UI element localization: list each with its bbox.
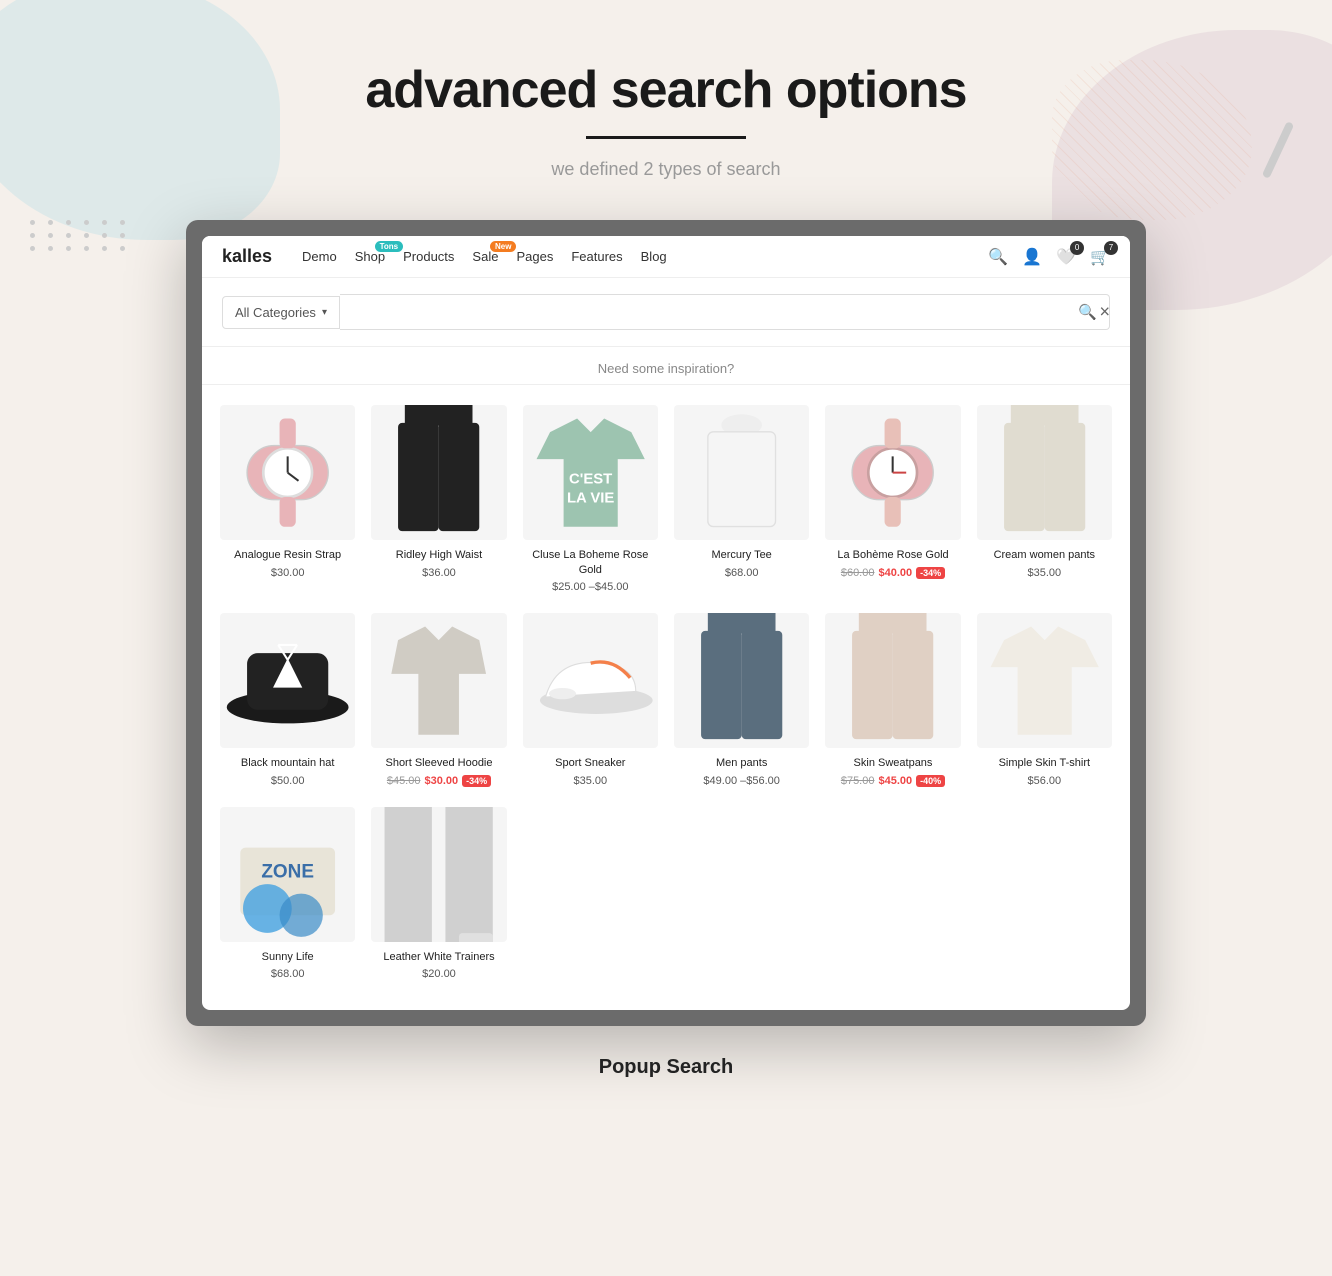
search-input[interactable] — [352, 304, 1078, 320]
product-image — [977, 613, 1112, 748]
svg-text:LA VIE: LA VIE — [567, 490, 614, 506]
browser-window: kalles Demo ShopTons Products SaleNew Pages F… — [186, 220, 1146, 1026]
product-name: Analogue Resin Strap — [220, 548, 355, 562]
product-card[interactable]: Skin Sweatpans $75.00$45.00-40% — [817, 603, 968, 797]
product-card[interactable]: Leather White Trainers $20.00 — [363, 797, 514, 991]
product-card[interactable]: C'EST LA VIE Cluse La Boheme Rose Gold $2… — [515, 395, 666, 603]
page-content: advanced search options we defined 2 typ… — [0, 0, 1332, 1119]
product-card[interactable]: Sport Sneaker $35.00 — [515, 603, 666, 797]
category-select[interactable]: All Categories ▾ — [222, 296, 340, 329]
product-card[interactable]: Cream women pants $35.00 — [969, 395, 1120, 603]
product-image: ZONE — [220, 807, 355, 942]
product-card[interactable]: ZONE Sunny Life $68.00 — [212, 797, 363, 991]
product-price: $68.00 — [220, 968, 355, 980]
products-grid: Analogue Resin Strap $30.00 Ridley High W… — [202, 385, 1130, 1010]
popup-label: Popup Search — [599, 1056, 733, 1079]
product-price: $20.00 — [371, 968, 506, 980]
product-price: $75.00$45.00-40% — [825, 775, 960, 787]
navbar: kalles Demo ShopTons Products SaleNew Pages F… — [202, 236, 1130, 278]
product-image — [371, 807, 506, 942]
product-price: $56.00 — [977, 775, 1112, 787]
search-icon[interactable]: 🔍 — [1078, 303, 1097, 321]
product-name: Leather White Trainers — [371, 950, 506, 964]
product-price: $30.00 — [220, 567, 355, 579]
product-name: Cluse La Boheme Rose Gold — [523, 548, 658, 577]
product-card[interactable]: Mercury Tee $68.00 — [666, 395, 817, 603]
product-card[interactable]: Short Sleeved Hoodie $45.00$30.00-34% — [363, 603, 514, 797]
product-price: $50.00 — [220, 775, 355, 787]
category-label: All Categories — [235, 305, 316, 320]
nav-link-products[interactable]: Products — [403, 249, 454, 264]
product-image — [825, 613, 960, 748]
nav-link-sale[interactable]: SaleNew — [472, 249, 498, 264]
svg-text:ZONE: ZONE — [261, 861, 314, 882]
search-input-wrap: 🔍 — [340, 294, 1110, 330]
product-image — [220, 613, 355, 748]
svg-text:C'EST: C'EST — [569, 471, 612, 487]
cart-icon[interactable]: 🛒7 — [1090, 247, 1110, 267]
product-card[interactable]: Men pants $49.00 –$56.00 — [666, 603, 817, 797]
product-price: $68.00 — [674, 567, 809, 579]
nav-links: Demo ShopTons Products SaleNew Pages Features… — [302, 249, 988, 264]
nav-link-pages[interactable]: Pages — [516, 249, 553, 264]
product-card[interactable]: Ridley High Waist $36.00 — [363, 395, 514, 603]
product-card[interactable]: Analogue Resin Strap $30.00 — [212, 395, 363, 603]
product-name: Mercury Tee — [674, 548, 809, 562]
product-price: $35.00 — [977, 567, 1112, 579]
heading-section: advanced search options we defined 2 typ… — [365, 60, 966, 180]
product-card[interactable]: Black mountain hat $50.00 — [212, 603, 363, 797]
nav-icons: 🔍 👤 🤍0 🛒7 — [988, 247, 1110, 267]
page-title: advanced search options — [365, 60, 966, 120]
close-button[interactable]: × — [1099, 302, 1110, 323]
chevron-down-icon: ▾ — [322, 307, 327, 318]
product-name: Men pants — [674, 756, 809, 770]
nav-link-blog[interactable]: Blog — [641, 249, 667, 264]
product-image — [523, 613, 658, 748]
product-name: Sunny Life — [220, 950, 355, 964]
product-image — [371, 613, 506, 748]
product-price: $35.00 — [523, 775, 658, 787]
product-name: Skin Sweatpans — [825, 756, 960, 770]
product-card[interactable]: Simple Skin T-shirt $56.00 — [969, 603, 1120, 797]
product-image — [371, 405, 506, 540]
wishlist-icon[interactable]: 🤍0 — [1056, 247, 1076, 267]
product-image — [674, 405, 809, 540]
product-price: $36.00 — [371, 567, 506, 579]
product-price: $49.00 –$56.00 — [674, 775, 809, 787]
product-image: C'EST LA VIE — [523, 405, 658, 540]
product-name: Cream women pants — [977, 548, 1112, 562]
search-area: All Categories ▾ 🔍 × — [202, 278, 1130, 347]
product-price: $60.00$40.00-34% — [825, 567, 960, 579]
search-icon[interactable]: 🔍 — [988, 247, 1008, 267]
title-underline — [586, 136, 746, 139]
inspiration-label: Need some inspiration? — [202, 347, 1130, 385]
user-icon[interactable]: 👤 — [1022, 247, 1042, 267]
nav-link-features[interactable]: Features — [571, 249, 622, 264]
product-name: Short Sleeved Hoodie — [371, 756, 506, 770]
product-image — [825, 405, 960, 540]
nav-link-shop[interactable]: ShopTons — [355, 249, 385, 264]
product-card[interactable]: La Bohème Rose Gold $60.00$40.00-34% — [817, 395, 968, 603]
product-name: Sport Sneaker — [523, 756, 658, 770]
product-name: Ridley High Waist — [371, 548, 506, 562]
product-price: $25.00 –$45.00 — [523, 581, 658, 593]
product-image — [977, 405, 1112, 540]
nav-link-demo[interactable]: Demo — [302, 249, 337, 264]
product-name: La Bohème Rose Gold — [825, 548, 960, 562]
product-image — [220, 405, 355, 540]
product-name: Black mountain hat — [220, 756, 355, 770]
product-price: $45.00$30.00-34% — [371, 775, 506, 787]
product-name: Simple Skin T-shirt — [977, 756, 1112, 770]
logo: kalles — [222, 246, 272, 267]
modal-panel: kalles Demo ShopTons Products SaleNew Pages F… — [202, 236, 1130, 1010]
product-image — [674, 613, 809, 748]
page-subtitle: we defined 2 types of search — [365, 159, 966, 180]
